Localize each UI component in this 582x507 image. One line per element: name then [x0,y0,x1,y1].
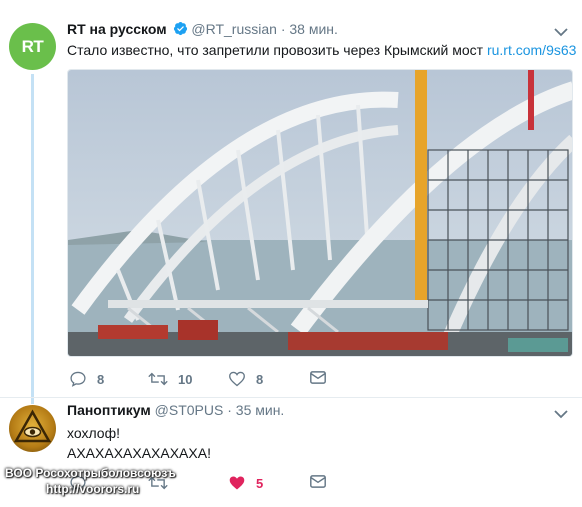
like-count: 8 [256,371,264,387]
tweet-timestamp[interactable]: 38 мин. [289,21,338,37]
retweet-count: 10 [178,371,193,387]
author-name[interactable]: RT на русском [67,21,167,37]
like-button[interactable]: 8 [228,371,263,387]
tweet-header: RT на русском @RT_russian · 38 мин. [67,20,338,38]
avatar-rt[interactable]: RT [9,23,56,70]
watermark-line-2: http://voorors.ru [46,482,140,496]
tweet-timestamp[interactable]: 35 мин. [236,402,285,418]
tweet-header: Паноптикум @ST0PUS · 35 мин. [67,401,284,419]
heart-filled-icon [229,476,245,490]
tweet-link[interactable]: ru.rt.com/9s63 [487,42,576,58]
retweet-button[interactable]: 10 [148,371,192,387]
direct-message-button[interactable] [310,475,336,488]
envelope-icon [310,475,326,488]
tweet-text: Стало известно, что запретили провозить … [67,40,576,60]
chevron-down-icon[interactable] [554,27,568,37]
reply-button[interactable]: 8 [69,371,104,387]
bridge-arch-construction-photo [68,70,572,356]
reply-icon [70,371,86,387]
author-handle[interactable]: @ST0PUS [155,402,224,418]
tweet-photo[interactable] [67,69,573,357]
envelope-icon [310,371,326,384]
avatar-panopticum[interactable] [9,405,56,452]
thread-line [31,74,34,404]
separator-dot: · [227,402,232,418]
author-handle[interactable]: @RT_russian [191,21,277,37]
reply-count: 8 [97,371,105,387]
retweet-icon [148,372,168,386]
heart-icon [229,371,245,387]
tweet-text-line-1: хохлоф! [67,425,120,441]
like-button-active[interactable]: 5 [228,475,263,491]
chevron-down-icon[interactable] [554,409,568,419]
watermark-line-1: ВОО Росохотрыболовсоюзъ [5,466,176,480]
avatar-rt-logo-text: RT [21,36,44,56]
like-count: 5 [256,475,264,491]
separator-dot: · [280,21,286,37]
tweet-body: Стало известно, что запретили провозить … [67,42,484,58]
eye-of-providence-icon [13,409,52,443]
direct-message-button[interactable] [310,371,336,384]
tweet-text-line-2: АХАХАХАХАХАХАХА! [67,445,211,461]
verified-badge-icon [173,21,187,36]
author-name[interactable]: Паноптикум [67,402,151,418]
